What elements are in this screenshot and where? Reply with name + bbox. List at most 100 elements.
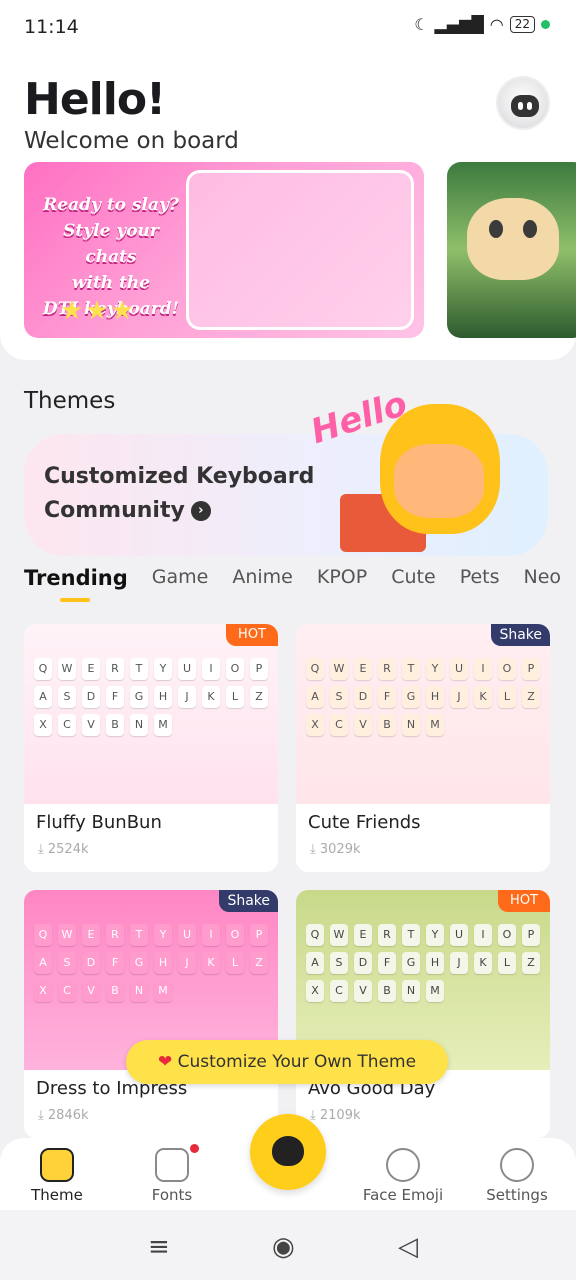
keyboard-key: H bbox=[154, 952, 172, 974]
keyboard-keys: QWERTYUIOP ASDFGHJKLZ XCVBNM bbox=[306, 924, 542, 1002]
keyboard-key: V bbox=[354, 980, 372, 1002]
tab-pets[interactable]: Pets bbox=[460, 566, 500, 606]
keyboard-key: T bbox=[130, 924, 148, 946]
menu-icon[interactable]: ≡ bbox=[148, 1232, 170, 1262]
keyboard-key: R bbox=[378, 658, 396, 680]
nav-fonts[interactable]: Fonts bbox=[117, 1148, 227, 1204]
hot-badge: HOT bbox=[226, 624, 278, 646]
keyboard-key: J bbox=[178, 952, 196, 974]
keyboard-key: X bbox=[306, 980, 324, 1002]
keyboard-key: F bbox=[378, 686, 396, 708]
hot-badge: HOT bbox=[498, 890, 550, 912]
keyboard-key: A bbox=[34, 952, 52, 974]
tab-cute[interactable]: Cute bbox=[391, 566, 435, 606]
keyboard-key: N bbox=[402, 714, 420, 736]
keyboard-key: J bbox=[178, 686, 196, 708]
nav-label: Fonts bbox=[151, 1186, 193, 1204]
back-icon[interactable]: ◁ bbox=[398, 1232, 418, 1262]
cat-illustration bbox=[467, 198, 559, 280]
keyboard-key: K bbox=[202, 952, 220, 974]
keyboard-key: D bbox=[354, 952, 372, 974]
keyboard-key: P bbox=[250, 924, 268, 946]
shirt-icon bbox=[40, 1148, 74, 1182]
palette-icon bbox=[272, 1136, 304, 1166]
star-icons: ★★★ bbox=[60, 296, 136, 326]
keyboard-key: Z bbox=[250, 952, 268, 974]
keyboard-key: S bbox=[330, 952, 348, 974]
keyboard-key: D bbox=[82, 952, 100, 974]
keyboard-key: K bbox=[474, 686, 492, 708]
moon-icon: ☾ bbox=[414, 15, 429, 34]
banner-line: with the bbox=[71, 273, 151, 293]
keyboard-key: U bbox=[178, 924, 196, 946]
keyboard-key: W bbox=[330, 658, 348, 680]
heart-icon: ❤ bbox=[157, 1052, 178, 1072]
keyboard-key: S bbox=[58, 952, 76, 974]
keyboard-key: U bbox=[450, 924, 468, 946]
mascot-illustration bbox=[380, 404, 500, 534]
theme-preview: QWERTYUIOP ASDFGHJKLZ XCVBNM bbox=[296, 624, 550, 804]
keyboard-key: W bbox=[58, 658, 76, 680]
keyboard-key: A bbox=[34, 686, 52, 708]
keyboard-key: V bbox=[82, 714, 100, 736]
banner-keyboard-preview bbox=[186, 170, 414, 330]
keyboard-key: B bbox=[106, 980, 124, 1002]
keyboard-key: M bbox=[426, 714, 444, 736]
banner-dti-keyboard[interactable]: Ready to slay? Style your chats with the… bbox=[24, 162, 424, 338]
mascot-face bbox=[394, 444, 484, 518]
keyboard-key: C bbox=[330, 980, 348, 1002]
customize-theme-button[interactable]: ❤ Customize Your Own Theme bbox=[126, 1040, 448, 1084]
keyboard-key: X bbox=[34, 714, 52, 736]
keyboard-key: E bbox=[82, 658, 100, 680]
avatar[interactable] bbox=[496, 76, 550, 130]
theme-card-cute-friends[interactable]: QWERTYUIOP ASDFGHJKLZ XCVBNM Shake Cute Fr… bbox=[296, 624, 550, 872]
themes-heading: Themes bbox=[24, 388, 116, 414]
keyboard-keys: QWERTYUIOP ASDFGHJKLZ XCVBNM bbox=[34, 658, 270, 736]
keyboard-key: U bbox=[178, 658, 196, 680]
theme-card-dress-to-impress[interactable]: QWERTYUIOPASDFGHJKLZXCVBNM Shake Dress t… bbox=[24, 890, 278, 1138]
keyboard-key: T bbox=[402, 924, 420, 946]
community-banner[interactable]: Customized Keyboard Community › Hello bbox=[24, 384, 548, 556]
nav-theme[interactable]: Theme bbox=[2, 1148, 112, 1204]
page-title: Hello! bbox=[24, 74, 166, 125]
shake-badge: Shake bbox=[491, 624, 550, 646]
palette-fab-button[interactable] bbox=[250, 1114, 326, 1190]
theme-preview: QWERTYUIOP ASDFGHJKLZ XCVBNM bbox=[24, 624, 278, 804]
theme-card-fluffy-bunbun[interactable]: QWERTYUIOP ASDFGHJKLZ XCVBNM HOT Fluffy Bu… bbox=[24, 624, 278, 872]
keyboard-key: E bbox=[354, 658, 372, 680]
nav-label: Theme bbox=[31, 1186, 83, 1204]
keyboard-key: V bbox=[82, 980, 100, 1002]
keyboard-key: R bbox=[106, 658, 124, 680]
tab-neo[interactable]: Neo bbox=[524, 566, 562, 606]
community-title-line1: Customized Keyboard bbox=[44, 464, 315, 489]
tab-game[interactable]: Game bbox=[152, 566, 209, 606]
home-icon[interactable]: ◉ bbox=[272, 1232, 295, 1262]
community-title-text: Community bbox=[44, 498, 185, 523]
theme-card-avo-good-day[interactable]: QWERTYUIOPASDFGHJKLZXCVBNM HOT Avo Good … bbox=[296, 890, 550, 1138]
tab-trending[interactable]: Trending bbox=[24, 566, 128, 606]
keyboard-key: N bbox=[130, 714, 148, 736]
keyboard-key: Z bbox=[522, 952, 540, 974]
download-count: ⤓ 2846k bbox=[38, 1108, 89, 1123]
header-card: Hello! Welcome on board Ready to slay? S… bbox=[0, 56, 576, 360]
download-icon: ⤓ bbox=[310, 1108, 320, 1123]
privacy-dot-icon bbox=[541, 20, 550, 29]
keyboard-key: I bbox=[202, 658, 220, 680]
keyboard-key: K bbox=[202, 686, 220, 708]
keyboard-key: F bbox=[378, 952, 396, 974]
download-icon: ⤓ bbox=[38, 1108, 48, 1123]
nav-settings[interactable]: Settings bbox=[462, 1148, 572, 1204]
tab-kpop[interactable]: KPOP bbox=[317, 566, 367, 606]
keyboard-key: A bbox=[306, 952, 324, 974]
keyboard-key: Y bbox=[426, 924, 444, 946]
tab-anime[interactable]: Anime bbox=[232, 566, 293, 606]
download-count: ⤓ 2524k bbox=[38, 842, 89, 857]
keyboard-key: P bbox=[522, 924, 540, 946]
banner-cat-keyboard[interactable] bbox=[447, 162, 576, 338]
keyboard-key: I bbox=[474, 658, 492, 680]
keyboard-key: B bbox=[106, 714, 124, 736]
keyboard-key: O bbox=[226, 658, 244, 680]
download-icon: ⤓ bbox=[38, 842, 48, 857]
nav-face-emoji[interactable]: Face Emoji bbox=[348, 1148, 458, 1204]
banner-line: Ready to slay? bbox=[43, 195, 179, 215]
